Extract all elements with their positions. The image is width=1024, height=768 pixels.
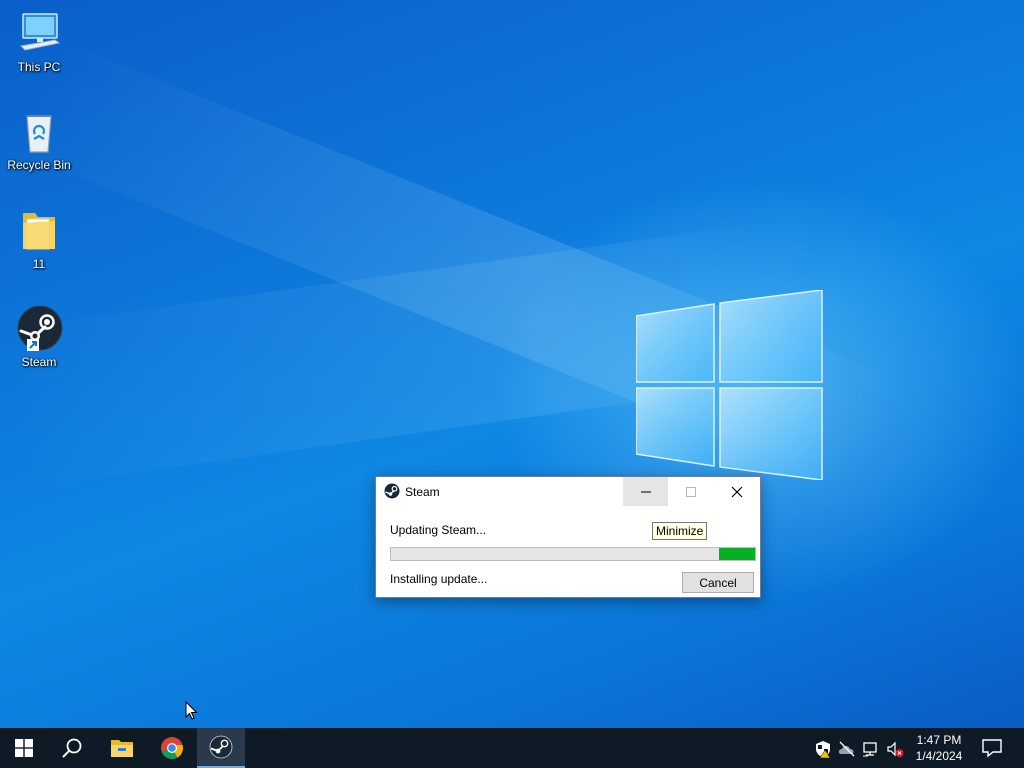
chrome-icon bbox=[161, 737, 183, 759]
this-pc-icon bbox=[15, 10, 63, 58]
desktop-icon-label: This PC bbox=[17, 60, 61, 74]
update-progress-bar bbox=[390, 547, 756, 561]
steam-icon bbox=[15, 305, 63, 353]
taskbar-steam[interactable] bbox=[197, 728, 245, 768]
minimize-icon bbox=[640, 491, 651, 492]
steam-icon bbox=[209, 735, 233, 759]
minimize-button[interactable] bbox=[623, 477, 668, 506]
taskbar: 1:47 PM 1/4/2024 bbox=[0, 728, 1024, 768]
file-explorer-icon bbox=[111, 740, 133, 757]
desktop-icon-label: Steam bbox=[21, 355, 57, 369]
clock-date: 1/4/2024 bbox=[915, 749, 963, 763]
recycle-bin-icon bbox=[15, 108, 63, 156]
close-icon bbox=[731, 486, 742, 497]
mouse-cursor-icon bbox=[185, 701, 198, 720]
windows-logo-wallpaper bbox=[636, 290, 823, 480]
detail-text: Installing update... bbox=[390, 572, 488, 586]
search-button[interactable] bbox=[48, 728, 96, 768]
progress-fill bbox=[719, 548, 755, 560]
start-icon bbox=[15, 739, 33, 757]
desktop: This PC Recycle Bin 11 Steam Steam Updat… bbox=[0, 0, 1024, 728]
search-icon bbox=[62, 738, 82, 758]
steam-update-dialog: Steam Updating Steam... Minimize Install… bbox=[375, 476, 761, 598]
taskbar-chrome[interactable] bbox=[148, 728, 196, 768]
minimize-tooltip: Minimize bbox=[652, 522, 708, 540]
cancel-button[interactable]: Cancel bbox=[682, 572, 754, 593]
status-text: Updating Steam... bbox=[390, 523, 487, 537]
start-button[interactable] bbox=[0, 728, 48, 768]
clock-time: 1:47 PM bbox=[916, 733, 962, 747]
folder-icon bbox=[15, 207, 63, 255]
system-clock[interactable]: 1:47 PM 1/4/2024 bbox=[908, 732, 970, 764]
desktop-icon-recycle-bin[interactable]: Recycle Bin bbox=[1, 108, 77, 172]
desktop-icon-folder-11[interactable]: 11 bbox=[1, 207, 77, 271]
network-icon[interactable] bbox=[862, 740, 880, 758]
taskbar-file-explorer[interactable] bbox=[98, 728, 146, 768]
close-button[interactable] bbox=[714, 477, 759, 506]
volume-muted-icon[interactable] bbox=[886, 740, 904, 758]
dialog-titlebar[interactable]: Steam bbox=[376, 477, 760, 506]
onedrive-offline-icon[interactable] bbox=[838, 740, 856, 758]
desktop-icon-label: 11 bbox=[32, 257, 46, 271]
desktop-icon-steam[interactable]: Steam bbox=[1, 305, 77, 369]
maximize-button bbox=[668, 477, 713, 506]
dialog-title: Steam bbox=[405, 485, 440, 499]
security-shield-icon[interactable] bbox=[814, 740, 832, 758]
maximize-icon bbox=[685, 486, 696, 497]
desktop-icon-this-pc[interactable]: This PC bbox=[1, 10, 77, 74]
steam-icon bbox=[384, 483, 400, 499]
notifications-icon[interactable] bbox=[980, 736, 1004, 760]
desktop-icon-label: Recycle Bin bbox=[7, 158, 71, 172]
